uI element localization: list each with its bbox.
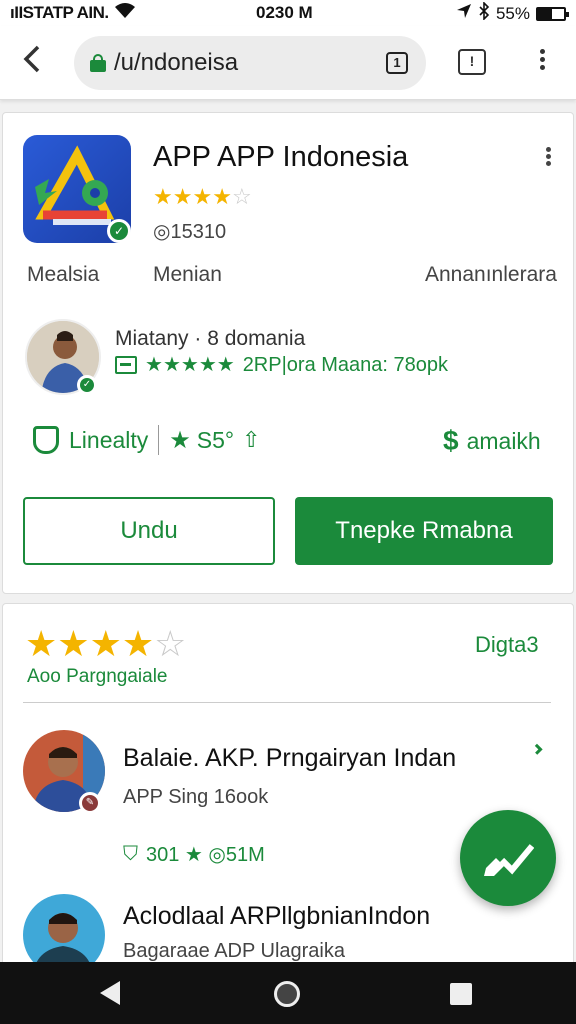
chevron-down-icon[interactable]: ⌟ — [518, 730, 546, 758]
developer-verified-icon: ✓ — [77, 375, 97, 395]
star-icon: ★ — [198, 354, 217, 376]
feedback-button[interactable]: ! — [458, 49, 486, 75]
verified-check-icon: ✓ — [107, 219, 131, 243]
reviewer-badge-icon: ✎ — [79, 792, 101, 814]
developer-rating-stars: ★ ★ ★ ★ ★ — [145, 353, 235, 377]
developer-rating-row: ★ ★ ★ ★ ★ 2RP|ora Maana: 78opk — [115, 353, 448, 377]
feature-rating: S5° — [196, 426, 235, 453]
review-stats-text: 301 ★ ◎51M — [146, 844, 265, 866]
review-subtitle: Bagaraae ADP Ulagraika — [123, 940, 345, 962]
lock-icon — [90, 54, 106, 72]
install-button[interactable]: Undu — [23, 497, 275, 565]
features-left: Linealty ★ S5° ⇧ — [33, 425, 261, 455]
status-icons: 55% — [456, 1, 569, 25]
shield-icon — [33, 426, 59, 454]
star-icon: ★ — [89, 623, 122, 664]
tab-count-button[interactable]: 1 — [386, 52, 408, 74]
app-title: APP APP Indonesia — [153, 141, 409, 173]
review-stats: ⛉ 301 ★ ◎51M — [123, 842, 265, 867]
reviews-rating-stars: ★ ★ ★ ★ ☆ — [25, 624, 186, 664]
back-button[interactable] — [14, 44, 50, 80]
nav-recents-icon[interactable] — [450, 983, 472, 1005]
edit-check-icon[interactable] — [460, 810, 556, 906]
star-icon: ★ — [192, 184, 213, 209]
clock: 0230 M — [256, 3, 313, 22]
star-icon: ★ — [57, 623, 90, 664]
carrier-group: ıIISTATP AIN. — [10, 2, 135, 24]
tab-1[interactable]: Menian — [153, 263, 222, 287]
status-bar: ıIISTATP AIN. 0230 M 55% — [0, 0, 576, 26]
browser-toolbar: /u/ndoneisa 1 ! — [0, 26, 576, 100]
nav-home-icon[interactable] — [274, 981, 300, 1007]
star-icon: ★ — [172, 184, 193, 209]
reviews-link[interactable]: Digta3 — [475, 632, 539, 658]
star-icon: ★ — [212, 184, 232, 209]
star-icon: ★ — [162, 354, 181, 376]
location-icon — [456, 3, 472, 24]
wifi-icon — [114, 2, 135, 24]
reviews-card: ★ ★ ★ ★ ☆ Aoo Pargngaiale Digta3 ✎ Balaie. A… — [2, 603, 574, 976]
battery-icon — [536, 6, 569, 21]
browser-menu-button[interactable] — [530, 46, 554, 80]
star-icon: ★ — [180, 354, 199, 376]
tab-2[interactable]: Annanınlerara — [425, 263, 557, 287]
developer-meta: Miatany · 8 domania — [115, 327, 306, 350]
card-icon — [115, 356, 137, 374]
app-overflow-menu-button[interactable] — [541, 145, 555, 171]
dollar-icon: $ — [443, 425, 459, 456]
reviews-subtitle: Aoo Pargngaiale — [27, 666, 168, 687]
feature-label: Linealty — [69, 426, 149, 453]
review-subtitle: APP Sing 16ook — [123, 786, 269, 808]
divider — [23, 702, 551, 703]
app-downloads: ◎15310 — [153, 221, 227, 243]
app-card: ✓ APP APP Indonesia ★ ★ ★ ★ ☆ ◎15310 Mealsia… — [2, 112, 574, 594]
address-bar[interactable]: /u/ndoneisa 1 — [74, 36, 426, 90]
star-icon: ★ — [25, 623, 58, 664]
star-icon: ★ — [145, 354, 163, 376]
tab-0[interactable]: Mealsia — [27, 263, 99, 287]
review-title: Balaie. AKP. Prngairyan Indan — [123, 744, 457, 772]
feature-price-label: amaikh — [466, 427, 541, 454]
chevron-left-icon — [23, 45, 40, 73]
star-icon: ☆ — [231, 184, 252, 209]
features-right: $ amaikh — [443, 425, 541, 457]
primary-action-button[interactable]: Tnepke Rmabna — [295, 497, 553, 565]
shield-icon: ⛉ — [123, 843, 138, 865]
star-icon: ★ — [153, 184, 173, 209]
app-rating-stars: ★ ★ ★ ★ ☆ — [153, 185, 252, 209]
battery-percent: 55% — [495, 3, 530, 23]
star-icon: ★ — [121, 623, 155, 664]
review-title: Aclodlaal ARPllgbnianIndon — [123, 902, 431, 930]
developer-rating-text: 2RP|ora Maana: 78opk — [242, 353, 449, 376]
star-icon: ★ — [216, 354, 235, 376]
bluetooth-icon — [478, 1, 490, 25]
star-icon: ★ — [169, 426, 191, 454]
nav-back-icon[interactable] — [100, 981, 120, 1005]
system-navigation-bar — [0, 962, 576, 1024]
url-text: /u/ndoneisa — [114, 49, 239, 76]
share-icon: ⇧ — [242, 427, 261, 452]
star-icon: ☆ — [154, 623, 187, 664]
battery-level — [538, 8, 553, 19]
carrier-text: ıIISTATP AIN. — [10, 3, 109, 22]
